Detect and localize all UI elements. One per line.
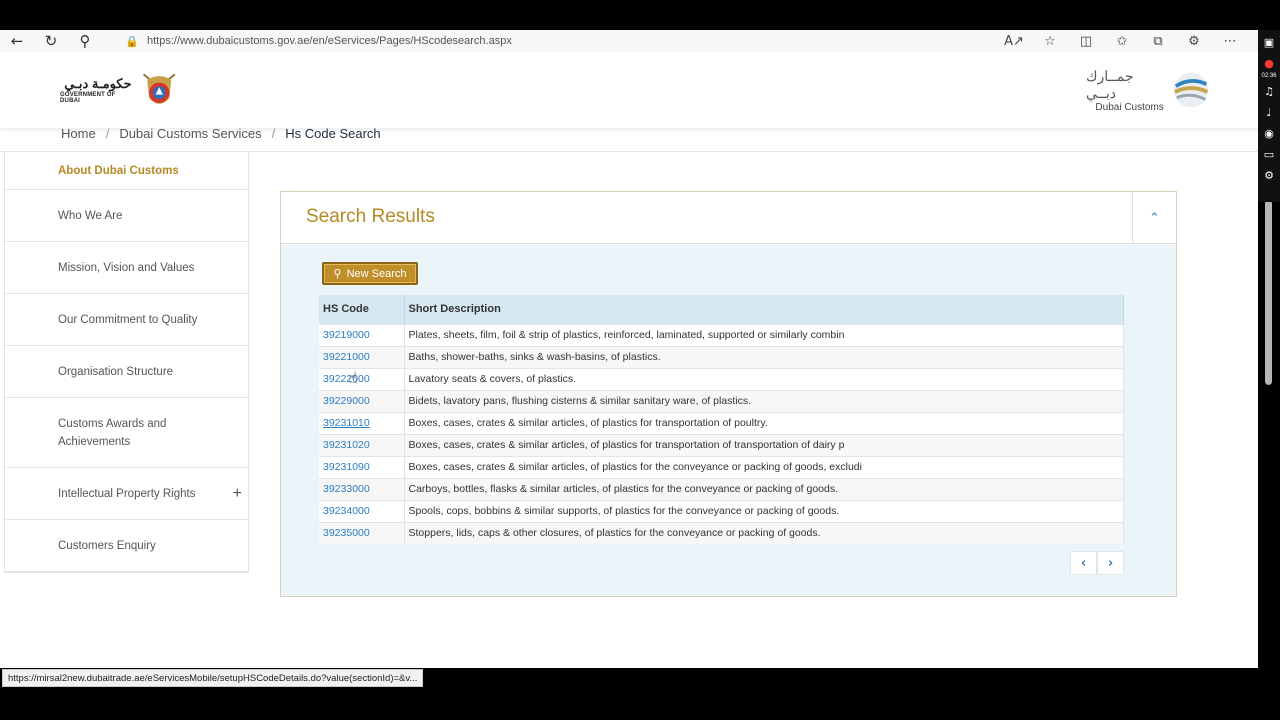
sidebar-item-organisation[interactable]: Organisation Structure xyxy=(5,346,248,398)
table-row: 39229000 Bidets, lavatory pans, flushing… xyxy=(319,389,1124,412)
hs-code-link[interactable]: 39233000 xyxy=(319,477,405,500)
search-icon[interactable]: ⚲ xyxy=(68,30,102,52)
sidebar-item-who-we-are[interactable]: Who We Are xyxy=(5,190,248,242)
sidebar-item-enquiry[interactable]: Customers Enquiry xyxy=(5,520,248,572)
table-row: 39234000 Spools, cops, bobbins & similar… xyxy=(319,499,1124,522)
hs-code-link[interactable]: 39231090 xyxy=(319,455,405,478)
screen: ← ↻ ⚲ 🔒 https://www.dubaicustoms.gov.ae/… xyxy=(0,0,1280,720)
table-row: 39219000 Plates, sheets, film, foil & st… xyxy=(319,323,1124,346)
description-cell: Bidets, lavatory pans, flushing cisterns… xyxy=(404,389,1124,412)
collapse-chevron-up-icon[interactable]: ⌃ xyxy=(1132,192,1176,244)
gov-logo-english: GOVERNMENT OF DUBAI xyxy=(60,92,116,104)
breadcrumb-home[interactable]: Home xyxy=(61,126,96,141)
split-screen-icon[interactable]: ◫ xyxy=(1068,34,1104,49)
pagination: ‹ › xyxy=(1070,551,1124,575)
dubai-customs-globe-icon xyxy=(1173,72,1209,108)
recording-time: 02:36 xyxy=(1261,73,1277,79)
prev-page-chevron-left-icon[interactable]: ‹ xyxy=(1070,551,1097,575)
back-icon[interactable]: ← xyxy=(0,30,34,52)
favorite-star-icon[interactable]: ☆ xyxy=(1032,34,1068,49)
sidebar-item-mission[interactable]: Mission, Vision and Values xyxy=(5,242,248,294)
dc-logo-english: Dubai Customs xyxy=(1095,101,1164,113)
column-header-description: Short Description xyxy=(404,295,1124,324)
refresh-icon[interactable]: ↻ xyxy=(34,30,68,52)
hs-code-link[interactable]: 39234000 xyxy=(319,499,405,522)
browser-toolbar: ← ↻ ⚲ 🔒 https://www.dubaicustoms.gov.ae/… xyxy=(0,30,1258,52)
site-header: حكومـة دبـي GOVERNMENT OF DUBAI جمــارك … xyxy=(0,52,1258,128)
vertical-scrollbar[interactable] xyxy=(1265,200,1272,385)
table-row: 39222000 Lavatory seats & covers, of pla… xyxy=(319,367,1124,390)
table-row: 39233000 Carboys, bottles, flasks & simi… xyxy=(319,477,1124,500)
table-row: 39221000 Baths, shower-baths, sinks & wa… xyxy=(319,345,1124,368)
column-header-hs-code: HS Code xyxy=(319,295,405,324)
sidebar-item-awards[interactable]: Customs Awards and Achievements xyxy=(5,398,248,468)
speaker-icon[interactable]: ♩ xyxy=(1260,103,1278,121)
collections-icon[interactable]: ⧉ xyxy=(1140,34,1176,49)
hs-code-link[interactable]: 39229000 xyxy=(319,389,405,412)
breadcrumb-separator: / xyxy=(105,125,110,141)
breadcrumb-separator: / xyxy=(271,125,276,141)
more-icon[interactable]: ⋯ xyxy=(1212,34,1248,49)
table-row: 39231010 Boxes, cases, crates & similar … xyxy=(319,411,1124,434)
panel-header: Search Results ⌃ xyxy=(281,192,1176,244)
settings-gear-icon[interactable]: ⚙ xyxy=(1260,166,1278,184)
favorites-icon[interactable]: ✩ xyxy=(1104,34,1140,49)
dubai-customs-logo[interactable]: جمــارك دبــي Dubai Customs xyxy=(1086,67,1210,113)
url-text[interactable]: https://www.dubaicustoms.gov.ae/en/eServ… xyxy=(147,35,512,47)
browser-actions: A↗ ☆ ◫ ✩ ⧉ ⚙ ⋯ xyxy=(996,30,1248,52)
new-search-button[interactable]: ⚲ New Search xyxy=(322,262,418,285)
dubai-emblem-icon xyxy=(142,73,176,104)
hs-code-link[interactable]: 39235000 xyxy=(319,521,405,544)
description-cell: Boxes, cases, crates & similar articles,… xyxy=(404,455,1124,478)
record-icon[interactable]: ● xyxy=(1260,54,1278,72)
table-row: 39231020 Boxes, cases, crates & similar … xyxy=(319,433,1124,456)
hs-code-link[interactable]: 39222000 xyxy=(319,367,405,390)
hand-cursor-icon: ☝ xyxy=(348,368,358,387)
sidebar-item-quality[interactable]: Our Commitment to Quality xyxy=(5,294,248,346)
table-header-row: HS Code Short Description xyxy=(319,295,1124,324)
dc-logo-arabic: جمــارك دبــي xyxy=(1086,67,1134,101)
hs-code-link[interactable]: 39219000 xyxy=(319,323,405,346)
description-cell: Lavatory seats & covers, of plastics. xyxy=(404,367,1124,390)
next-page-chevron-right-icon[interactable]: › xyxy=(1097,551,1124,575)
table-row: 39235000 Stoppers, lids, caps & other cl… xyxy=(319,521,1124,544)
description-cell: Baths, shower-baths, sinks & wash-basins… xyxy=(404,345,1124,368)
table-row: 39231090 Boxes, cases, crates & similar … xyxy=(319,455,1124,478)
camera-icon[interactable]: ▣ xyxy=(1260,33,1278,51)
sidebar-nav: About Dubai Customs Who We Are Mission, … xyxy=(4,152,249,573)
status-bar-link-preview: https://mirsal2new.dubaitrade.ae/eServic… xyxy=(2,669,424,687)
microphone-icon[interactable]: ♫ xyxy=(1260,82,1278,100)
breadcrumb-current: Hs Code Search xyxy=(285,125,381,141)
gov-logo-arabic: حكومـة دبـي xyxy=(64,76,132,91)
breadcrumb: Home / Dubai Customs Services / Hs Code … xyxy=(61,124,381,142)
hs-code-link[interactable]: 39231020 xyxy=(319,433,405,456)
description-cell: Carboys, bottles, flasks & similar artic… xyxy=(404,477,1124,500)
description-cell: Boxes, cases, crates & similar articles,… xyxy=(404,433,1124,456)
breadcrumb-services[interactable]: Dubai Customs Services xyxy=(119,126,261,141)
read-aloud-icon[interactable]: A↗ xyxy=(996,34,1032,49)
hs-code-link[interactable]: 39231010 xyxy=(319,411,405,434)
sidebar-item-intellectual-property[interactable]: Intellectual Property Rights + xyxy=(5,468,248,520)
extensions-icon[interactable]: ⚙ xyxy=(1176,34,1212,49)
description-cell: Plates, sheets, film, foil & strip of pl… xyxy=(404,323,1124,346)
magnifier-icon: ⚲ xyxy=(333,267,342,280)
web-page: حكومـة دبـي GOVERNMENT OF DUBAI جمــارك … xyxy=(0,52,1258,668)
hs-code-link[interactable]: 39221000 xyxy=(319,345,405,368)
description-cell: Stoppers, lids, caps & other closures, o… xyxy=(404,521,1124,544)
recorder-side-toolbar: ▣ ● 02:36 ♫ ♩ ◉ ▭ ⚙ xyxy=(1258,30,1280,202)
search-results-panel: Search Results ⌃ ⚲ New Search HS Code Sh… xyxy=(280,191,1177,597)
panel-title: Search Results xyxy=(306,206,435,227)
description-cell: Spools, cops, bobbins & similar supports… xyxy=(404,499,1124,522)
sidebar-heading[interactable]: About Dubai Customs xyxy=(5,152,248,190)
lock-icon[interactable]: 🔒 xyxy=(117,35,147,48)
results-table: HS Code Short Description 39219000 Plate… xyxy=(319,295,1124,544)
address-bar[interactable]: 🔒 https://www.dubaicustoms.gov.ae/en/eSe… xyxy=(117,30,997,52)
expand-plus-icon[interactable]: + xyxy=(233,485,242,503)
description-cell: Boxes, cases, crates & similar articles,… xyxy=(404,411,1124,434)
government-of-dubai-logo[interactable]: حكومـة دبـي GOVERNMENT OF DUBAI xyxy=(60,66,180,114)
panel-body: ⚲ New Search HS Code Short Description 3… xyxy=(281,245,1176,596)
window-icon[interactable]: ▭ xyxy=(1260,145,1278,163)
webcam-icon[interactable]: ◉ xyxy=(1260,124,1278,142)
